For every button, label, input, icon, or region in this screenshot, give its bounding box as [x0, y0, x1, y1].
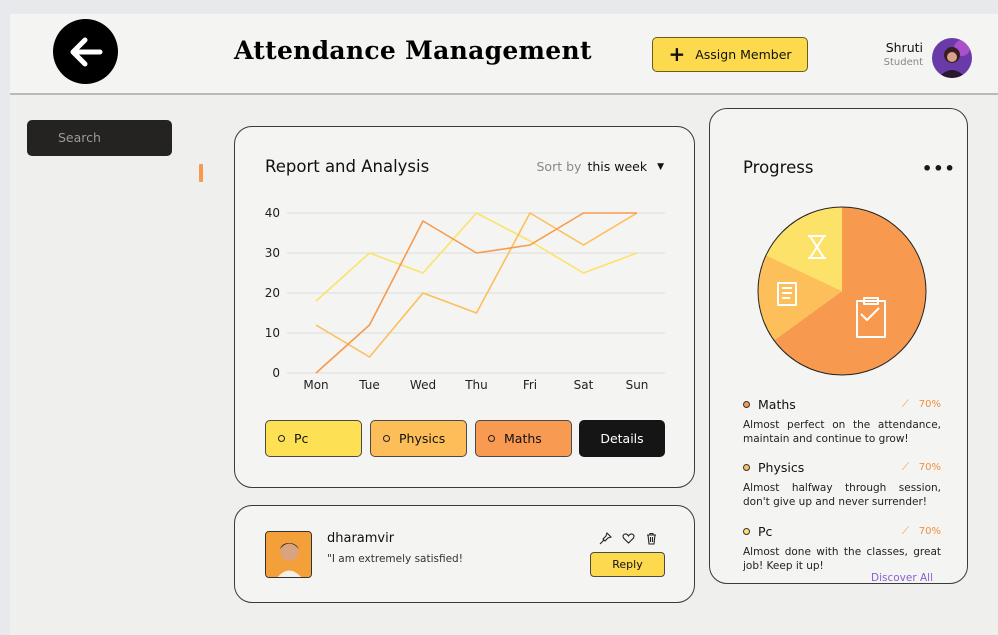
user-name: Shruti — [885, 40, 923, 55]
trend-up-icon: ⟋ — [901, 526, 909, 537]
commenter-name: dharamvir — [327, 531, 395, 546]
legend-dot — [383, 435, 390, 442]
avatar[interactable] — [932, 38, 972, 78]
more-options-icon[interactable]: ••• — [922, 159, 956, 178]
legend-dot — [278, 435, 285, 442]
subject-name: Pc — [758, 524, 773, 539]
search-input[interactable]: Search — [27, 120, 172, 156]
x-tick-label: Mon — [303, 378, 328, 392]
percent-value: 70% — [918, 399, 941, 410]
subject-description: Almost done with the classes, great job!… — [743, 546, 941, 572]
legend-pc[interactable]: Pc — [265, 420, 362, 457]
plus-icon: + — [668, 41, 686, 66]
comment-card: dharamvir "I am extremely satisfied! Rep… — [234, 505, 695, 603]
subject-maths: Maths ⟋ 70% Almost perfect on the attenda… — [743, 397, 941, 446]
trend-up-icon: ⟋ — [901, 399, 909, 410]
x-tick-label: Wed — [410, 378, 436, 392]
app-window: Attendance Management + Assign Member Sh… — [10, 14, 998, 635]
subject-percent: ⟋ 70% — [902, 526, 941, 537]
assign-member-button[interactable]: + Assign Member — [652, 37, 808, 72]
x-tick-label: Sun — [626, 378, 649, 392]
subject-description: Almost perfect on the attendance, mainta… — [743, 419, 941, 445]
reply-button[interactable]: Reply — [590, 552, 665, 577]
subject-description: Almost halfway through session, don't gi… — [743, 482, 941, 508]
y-tick-label: 0 — [272, 366, 280, 380]
x-tick-label: Thu — [464, 378, 488, 392]
series-line-physics — [315, 212, 638, 358]
assign-member-label: Assign Member — [695, 47, 792, 62]
back-button[interactable] — [53, 19, 118, 84]
legend-pc-label: Pc — [294, 431, 309, 446]
x-tick-label: Fri — [523, 378, 537, 392]
x-tick-label: Tue — [358, 378, 380, 392]
trash-icon[interactable] — [645, 530, 658, 545]
x-tick-label: Sat — [574, 378, 594, 392]
pin-icon[interactable] — [599, 530, 613, 545]
comment-text: "I am extremely satisfied! — [327, 553, 463, 565]
y-tick-label: 10 — [265, 326, 280, 340]
subject-percent: ⟋ 70% — [902, 399, 941, 410]
commenter-avatar — [265, 531, 312, 578]
subject-pc: Pc ⟋ 70% Almost done with the classes, gr… — [743, 524, 941, 573]
user-role: Student — [883, 57, 923, 68]
page-title: Attendance Management — [234, 36, 592, 65]
bullet-physics — [743, 464, 750, 471]
progress-title: Progress — [743, 158, 814, 177]
legend-physics[interactable]: Physics — [370, 420, 467, 457]
legend-maths-label: Maths — [504, 431, 542, 446]
y-tick-label: 30 — [265, 246, 280, 260]
legend-maths[interactable]: Maths — [475, 420, 572, 457]
progress-card: Progress ••• Maths ⟋ 70% Almost perfect o… — [709, 108, 968, 584]
legend-physics-label: Physics — [399, 431, 446, 446]
trend-up-icon: ⟋ — [901, 462, 909, 473]
discover-all-link[interactable]: Discover All — [871, 572, 933, 584]
percent-value: 70% — [918, 526, 941, 537]
comment-actions — [599, 530, 658, 545]
bullet-maths — [743, 401, 750, 408]
legend-dot — [488, 435, 495, 442]
series-line-pc — [315, 212, 638, 302]
arrow-left-icon — [70, 37, 102, 66]
progress-pie-chart — [757, 206, 927, 376]
subject-name: Maths — [758, 397, 796, 412]
y-tick-label: 40 — [265, 206, 280, 220]
subject-name: Physics — [758, 460, 805, 475]
bullet-pc — [743, 528, 750, 535]
active-indicator — [199, 164, 203, 182]
report-card: Report and Analysis Sort by this week ▼ … — [234, 126, 695, 488]
details-button[interactable]: Details — [579, 420, 665, 457]
line-chart: 0 10 20 30 40 Mon Tue Wed Thu Fri Sat Sun — [265, 206, 665, 392]
subject-physics: Physics ⟋ 70% Almost halfway through sess… — [743, 460, 941, 509]
subject-percent: ⟋ 70% — [902, 462, 941, 473]
percent-value: 70% — [918, 462, 941, 473]
y-tick-label: 20 — [265, 286, 280, 300]
heart-icon[interactable] — [622, 530, 635, 544]
header: Attendance Management + Assign Member Sh… — [10, 14, 998, 95]
